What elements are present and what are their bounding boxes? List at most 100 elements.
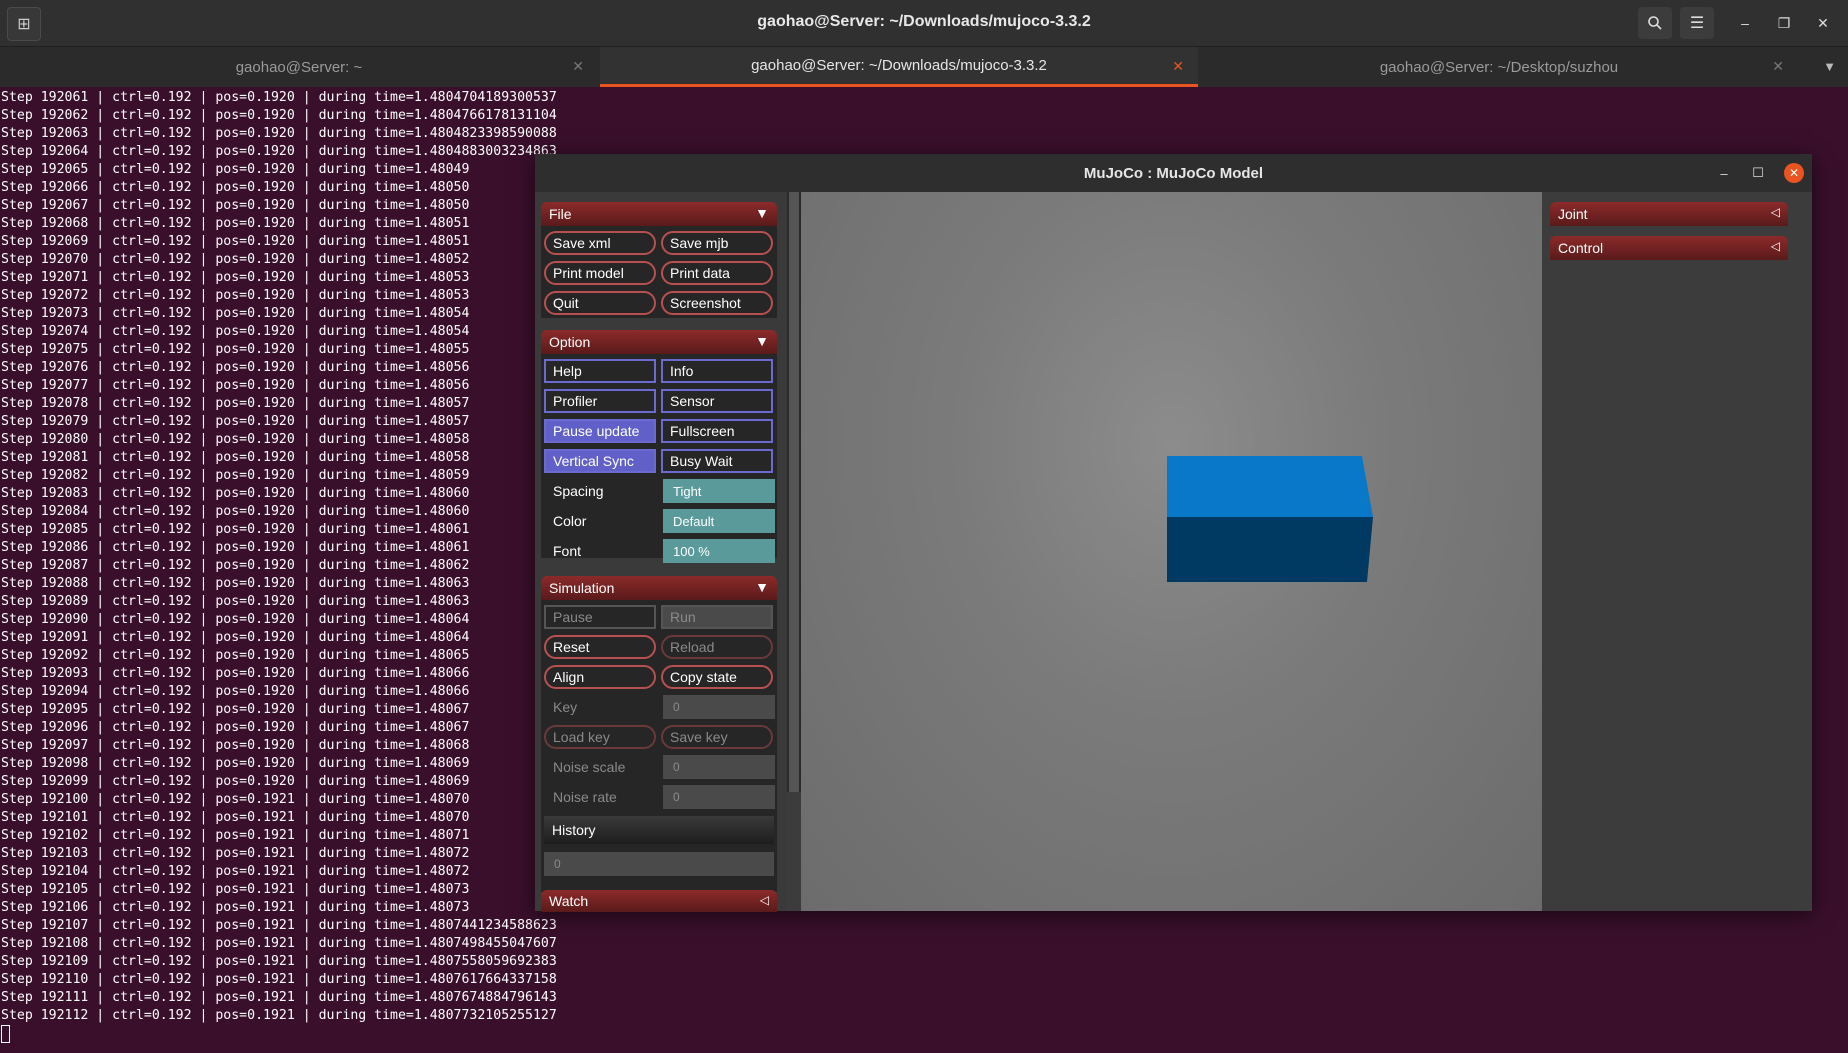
tab-mujoco[interactable]: gaohao@Server: ~/Downloads/mujoco-3.3.2 … <box>600 47 1198 87</box>
terminal-line: Step 192111 | ctrl=0.192 | pos=0.1921 | … <box>1 990 557 1005</box>
scrollbar-thumb[interactable] <box>789 192 799 792</box>
close-tab-icon[interactable]: ✕ <box>1172 58 1184 75</box>
minimize-button[interactable]: – <box>1733 11 1757 35</box>
terminal-cursor <box>1 1025 10 1043</box>
reload-button[interactable]: Reload <box>661 635 773 659</box>
minimize-icon: – <box>1720 165 1728 181</box>
align-button[interactable]: Align <box>544 665 656 689</box>
history-slider[interactable]: 0 <box>544 852 774 876</box>
mujoco-maximize-button[interactable]: ☐ <box>1748 163 1768 183</box>
terminal-line: Step 192072 | ctrl=0.192 | pos=0.1920 | … <box>1 288 470 303</box>
help-checkbox[interactable]: Help <box>544 359 656 383</box>
menu-button[interactable]: ☰ <box>1680 7 1714 39</box>
hamburger-icon: ☰ <box>1689 15 1705 32</box>
quit-button[interactable]: Quit <box>544 291 656 315</box>
terminal-line: Step 192073 | ctrl=0.192 | pos=0.1920 | … <box>1 306 470 321</box>
tab-dropdown-icon[interactable]: ▼ <box>1823 59 1836 74</box>
terminal-line: Step 192105 | ctrl=0.192 | pos=0.1921 | … <box>1 882 470 897</box>
terminal-line: Step 192077 | ctrl=0.192 | pos=0.1920 | … <box>1 378 470 393</box>
tab-label: gaohao@Server: ~/Downloads/mujoco-3.3.2 <box>751 57 1047 74</box>
pause-update-checkbox[interactable]: Pause update <box>544 419 656 443</box>
collapse-triangle-icon: ▼ <box>755 333 769 349</box>
terminal-line: Step 192076 | ctrl=0.192 | pos=0.1920 | … <box>1 360 470 375</box>
control-section-header[interactable]: Control ◁ <box>1550 236 1788 260</box>
color-select[interactable]: Default <box>663 509 775 533</box>
terminal-line: Step 192088 | ctrl=0.192 | pos=0.1920 | … <box>1 576 470 591</box>
left-ui-panel: File ▼ Save xml Save mjb Print model Pri… <box>535 192 787 912</box>
terminal-line: Step 192065 | ctrl=0.192 | pos=0.1920 | … <box>1 162 470 177</box>
terminal-line: Step 192081 | ctrl=0.192 | pos=0.1920 | … <box>1 450 470 465</box>
close-tab-icon[interactable]: ✕ <box>572 58 584 75</box>
print-model-button[interactable]: Print model <box>544 261 656 285</box>
noise-scale-slider[interactable]: 0 <box>663 755 775 779</box>
terminal-line: Step 192107 | ctrl=0.192 | pos=0.1921 | … <box>1 918 557 933</box>
search-icon <box>1648 16 1662 30</box>
terminal-line: Step 192064 | ctrl=0.192 | pos=0.1920 | … <box>1 144 557 159</box>
terminal-line: Step 192099 | ctrl=0.192 | pos=0.1920 | … <box>1 774 470 789</box>
restore-icon: ❐ <box>1777 14 1791 31</box>
terminal-line: Step 192101 | ctrl=0.192 | pos=0.1921 | … <box>1 810 470 825</box>
close-button[interactable]: ✕ <box>1811 11 1835 35</box>
search-button[interactable] <box>1638 7 1672 39</box>
left-panel-scrollbar[interactable] <box>787 192 801 792</box>
mujoco-close-button[interactable]: ✕ <box>1784 163 1804 183</box>
save-key-button[interactable]: Save key <box>661 725 773 749</box>
terminal-line: Step 192112 | ctrl=0.192 | pos=0.1921 | … <box>1 1008 557 1023</box>
copy-state-button[interactable]: Copy state <box>661 665 773 689</box>
mujoco-minimize-button[interactable]: – <box>1714 163 1734 183</box>
reset-button[interactable]: Reset <box>544 635 656 659</box>
info-checkbox[interactable]: Info <box>661 359 773 383</box>
option-section-header[interactable]: Option ▼ <box>541 330 777 354</box>
box-geom <box>1167 456 1373 582</box>
terminal-line: Step 192075 | ctrl=0.192 | pos=0.1920 | … <box>1 342 470 357</box>
maximize-button[interactable]: ❐ <box>1772 11 1796 35</box>
fullscreen-checkbox[interactable]: Fullscreen <box>661 419 773 443</box>
expand-triangle-icon: ◁ <box>1770 239 1780 253</box>
vertical-sync-checkbox[interactable]: Vertical Sync <box>544 449 656 473</box>
mujoco-title: MuJoCo : MuJoCo Model <box>535 154 1812 192</box>
key-slider[interactable]: 0 <box>663 695 775 719</box>
pause-radio[interactable]: Pause <box>544 605 656 629</box>
terminal-line: Step 192090 | ctrl=0.192 | pos=0.1920 | … <box>1 612 470 627</box>
terminal-line: Step 192068 | ctrl=0.192 | pos=0.1920 | … <box>1 216 470 231</box>
watch-section-header[interactable]: Watch ◁ <box>541 890 777 912</box>
spacing-select[interactable]: Tight <box>663 479 775 503</box>
joint-section-header[interactable]: Joint ◁ <box>1550 202 1788 226</box>
save-mjb-button[interactable]: Save mjb <box>661 231 773 255</box>
save-xml-button[interactable]: Save xml <box>544 231 656 255</box>
terminal-line: Step 192086 | ctrl=0.192 | pos=0.1920 | … <box>1 540 470 555</box>
terminal-line: Step 192098 | ctrl=0.192 | pos=0.1920 | … <box>1 756 470 771</box>
close-tab-icon[interactable]: ✕ <box>1772 58 1784 75</box>
tab-label: gaohao@Server: ~ <box>235 58 363 76</box>
box-front-face <box>1167 517 1373 582</box>
terminal-line: Step 192071 | ctrl=0.192 | pos=0.1920 | … <box>1 270 470 285</box>
terminal-line: Step 192061 | ctrl=0.192 | pos=0.1920 | … <box>1 90 557 105</box>
tab-home[interactable]: gaohao@Server: ~ ✕ <box>0 47 598 87</box>
sensor-checkbox[interactable]: Sensor <box>661 389 773 413</box>
print-data-button[interactable]: Print data <box>661 261 773 285</box>
load-key-button[interactable]: Load key <box>544 725 656 749</box>
simulation-section-header[interactable]: Simulation ▼ <box>541 576 777 600</box>
terminal-line: Step 192102 | ctrl=0.192 | pos=0.1921 | … <box>1 828 470 843</box>
terminal-line: Step 192096 | ctrl=0.192 | pos=0.1920 | … <box>1 720 470 735</box>
terminal-line: Step 192089 | ctrl=0.192 | pos=0.1920 | … <box>1 594 470 609</box>
terminal-line: Step 192074 | ctrl=0.192 | pos=0.1920 | … <box>1 324 470 339</box>
busy-wait-checkbox[interactable]: Busy Wait <box>661 449 773 473</box>
option-header-label: Option <box>549 334 591 350</box>
screenshot-button[interactable]: Screenshot <box>661 291 773 315</box>
noise-rate-slider[interactable]: 0 <box>663 785 775 809</box>
terminal-line: Step 192066 | ctrl=0.192 | pos=0.1920 | … <box>1 180 470 195</box>
file-header-label: File <box>549 206 572 222</box>
3d-viewport[interactable] <box>801 192 1542 911</box>
file-section-header[interactable]: File ▼ <box>541 202 777 226</box>
tab-suzhou[interactable]: gaohao@Server: ~/Desktop/suzhou ✕ <box>1200 47 1798 87</box>
close-icon: ✕ <box>1817 14 1829 31</box>
control-header-label: Control <box>1558 240 1604 256</box>
font-select[interactable]: 100 % <box>663 539 775 563</box>
terminal-line: Step 192062 | ctrl=0.192 | pos=0.1920 | … <box>1 108 557 123</box>
terminal-line: Step 192084 | ctrl=0.192 | pos=0.1920 | … <box>1 504 470 519</box>
profiler-checkbox[interactable]: Profiler <box>544 389 656 413</box>
terminal-line: Step 192094 | ctrl=0.192 | pos=0.1920 | … <box>1 684 470 699</box>
run-radio[interactable]: Run <box>661 605 773 629</box>
terminal-line: Step 192110 | ctrl=0.192 | pos=0.1921 | … <box>1 972 557 987</box>
